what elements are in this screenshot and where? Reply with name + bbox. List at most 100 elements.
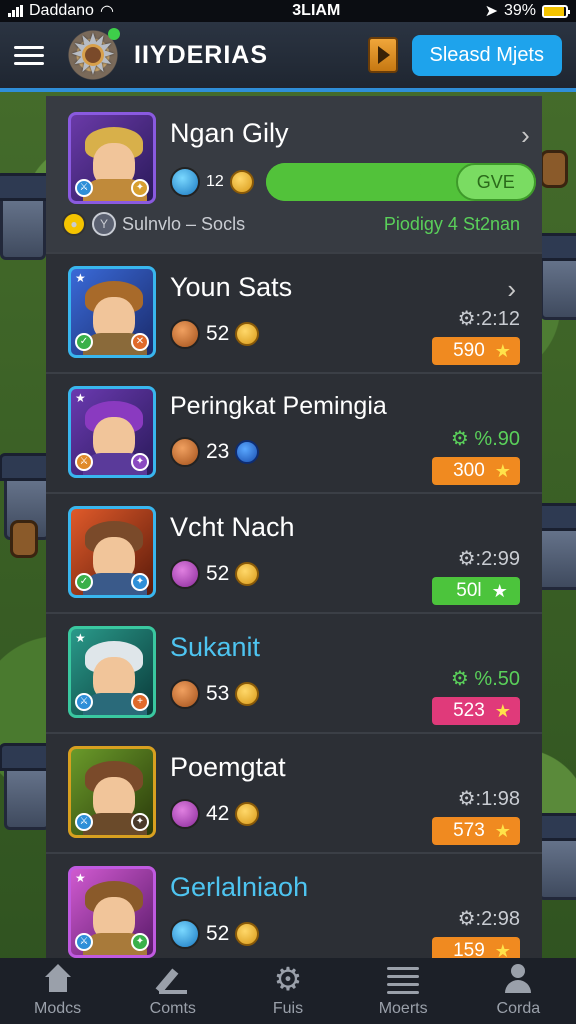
- star-icon: ★: [491, 580, 508, 601]
- coin-icon: [229, 170, 254, 194]
- building-icon: [535, 233, 576, 320]
- star-icon: ★: [494, 820, 511, 841]
- class-badge-icon: ✓: [75, 333, 93, 351]
- class-badge-icon: ⚔: [75, 179, 93, 197]
- class-badge-icon: ✓: [75, 573, 93, 591]
- gem-icon: [170, 559, 200, 589]
- featured-player-card[interactable]: ⚔ ✦ Ngan Gily › 12 GVE ● Y Sulnvlo – Soc…: [46, 96, 542, 254]
- player-avatar: ✓ ✦: [68, 506, 156, 598]
- progress-fill: [265, 163, 423, 201]
- class-badge-icon: ⚔: [75, 453, 93, 471]
- player-avatar: ★ ⚔ ✦: [68, 386, 156, 478]
- status-bar: Daddano ◠ 3LIAM ➤ 39%: [0, 0, 576, 22]
- list-icon: [387, 964, 420, 994]
- player-row[interactable]: ★ ✓ ✕ Youn Sats › 52 ⚙:2:12 590 ★: [46, 254, 542, 374]
- player-count: 52: [206, 322, 230, 345]
- gear-icon: ⚙: [273, 961, 303, 997]
- play-button[interactable]: [367, 37, 398, 73]
- player-name: Youn Sats: [170, 272, 293, 302]
- player-avatar: ★ ⚔ ✦: [68, 866, 156, 958]
- player-row[interactable]: ★ ⚔ ✦ Gerlalniaoh 52 ⚙:2:98 159 ★: [46, 854, 542, 958]
- barrel-icon: [540, 150, 568, 188]
- building-icon: [0, 173, 57, 260]
- coin-icon: [235, 440, 260, 464]
- coin-icon: [235, 682, 260, 706]
- reward-badge[interactable]: 50l ★: [432, 577, 520, 605]
- chevron-right-icon[interactable]: ›: [507, 274, 516, 305]
- clock: 3LIAM: [292, 2, 341, 19]
- rank-badge-icon: ✦: [131, 179, 149, 197]
- clock-icon: ⚙: [457, 548, 476, 570]
- shield-icon: ●: [62, 212, 86, 236]
- timer-text: ⚙:2:99: [457, 548, 520, 570]
- player-count: 42: [206, 802, 230, 825]
- gem-icon: [170, 919, 200, 949]
- player-count: 52: [206, 562, 230, 585]
- carrier-label: Daddano: [29, 2, 94, 19]
- building-icon: [0, 743, 61, 830]
- reward-badge[interactable]: 159 ★: [432, 937, 520, 958]
- clock-icon: ⚙: [457, 308, 476, 330]
- star-icon: ★: [494, 940, 511, 959]
- player-row[interactable]: ★ ⚔ ✦ Peringkat Pemingia 23 ⚙ %.90 300 ★: [46, 374, 542, 494]
- gem-icon: [170, 799, 200, 829]
- menu-icon[interactable]: [14, 45, 44, 65]
- timer-text: ⚙:2:98: [457, 908, 520, 930]
- nav-item-modcs[interactable]: Modcs: [8, 964, 108, 1018]
- clock-icon: ⚙: [457, 908, 476, 930]
- player-name: Gerlalniaoh: [170, 872, 309, 902]
- player-name: Poemgtat: [170, 752, 286, 782]
- featured-status: Piodigy 4 St2nan: [383, 213, 520, 234]
- gem-icon: [170, 319, 200, 349]
- barrel-icon: [10, 520, 38, 558]
- coin-icon: [235, 562, 260, 586]
- reward-badge[interactable]: 300 ★: [432, 457, 520, 485]
- progress-bar: GVE: [265, 163, 536, 201]
- featured-subtitle: Sulnvlo – Socls: [122, 213, 246, 234]
- player-row[interactable]: ✓ ✦ Vcht Nach 52 ⚙:2:99 50l ★: [46, 494, 542, 614]
- timer-text: ⚙:2:12: [457, 308, 520, 330]
- gem-icon: [170, 679, 200, 709]
- reward-badge[interactable]: 573 ★: [432, 817, 520, 845]
- star-icon: ★: [494, 700, 511, 721]
- player-avatar: ⚔ ✦: [68, 746, 156, 838]
- clock-icon: ⚙: [450, 428, 469, 450]
- rank-badge-icon: +: [131, 693, 149, 711]
- location-icon: ➤: [484, 3, 498, 20]
- nav-item-corda[interactable]: Corda: [468, 964, 568, 1018]
- coin-icon: [235, 922, 260, 946]
- building-icon: [531, 503, 576, 590]
- gem-icon: [170, 167, 200, 197]
- player-avatar: ★ ✓ ✕: [68, 266, 156, 358]
- building-icon: [533, 813, 576, 900]
- player-avatar: ⚔ ✦: [68, 112, 156, 204]
- player-name: Peringkat Pemingia: [170, 392, 387, 420]
- give-button[interactable]: GVE: [455, 163, 536, 201]
- edit-icon: [157, 964, 189, 994]
- reward-badge[interactable]: 523 ★: [432, 697, 520, 725]
- player-count: 23: [206, 440, 230, 463]
- battery-icon: [542, 4, 570, 18]
- player-row[interactable]: ★ ⚔ + Sukanit 53 ⚙ %.50 523 ★: [46, 614, 542, 734]
- header-cta-button[interactable]: Sleasd Mjets: [411, 34, 562, 76]
- wifi-icon: ◠: [99, 3, 114, 20]
- player-row[interactable]: ⚔ ✦ Poemgtat 42 ⚙:1:98 573 ★: [46, 734, 542, 854]
- signal-icon: [8, 5, 23, 17]
- nav-item-fuis[interactable]: ⚙ Fuis: [238, 961, 338, 1018]
- rank-badge-icon: ✦: [131, 933, 149, 951]
- game-logo: [64, 26, 122, 84]
- player-count: 52: [206, 922, 230, 945]
- nav-item-moerts[interactable]: Moerts: [353, 964, 453, 1018]
- star-icon: ★: [494, 340, 511, 361]
- chevron-right-icon[interactable]: ›: [521, 120, 530, 151]
- reward-badge[interactable]: 590 ★: [432, 337, 520, 365]
- nav-item-comts[interactable]: Comts: [123, 964, 223, 1018]
- gem-count: 12: [206, 173, 224, 190]
- player-avatar: ★ ⚔ +: [68, 626, 156, 718]
- battery-percent: 39%: [503, 2, 536, 19]
- app-title: IIYDERIAS: [134, 40, 269, 69]
- timer-text: ⚙ %.50: [450, 668, 520, 690]
- bottom-nav: Modcs Comts ⚙ Fuis Moerts Corda: [0, 958, 576, 1024]
- home-icon: [42, 964, 74, 994]
- star-icon: ★: [494, 460, 511, 481]
